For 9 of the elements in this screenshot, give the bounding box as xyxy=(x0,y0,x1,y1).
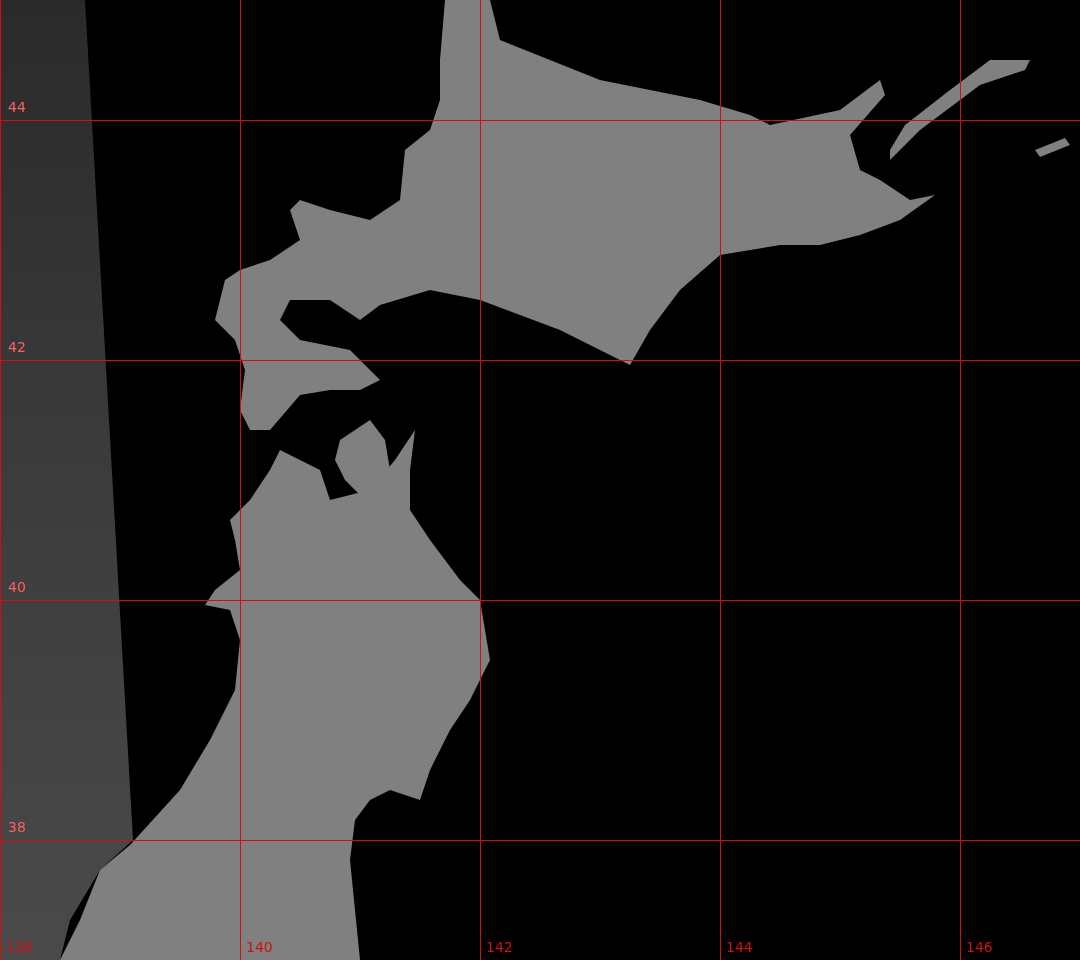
latitude-label: 40 xyxy=(8,579,26,595)
latitude-label: 38 xyxy=(8,819,26,835)
latitude-label: 44 xyxy=(8,99,26,115)
longitude-label: 140 xyxy=(246,939,273,955)
longitude-label: 138 xyxy=(6,939,33,955)
longitude-label: 142 xyxy=(486,939,513,955)
longitude-label: 144 xyxy=(726,939,753,955)
longitude-label: 146 xyxy=(966,939,993,955)
latitude-label: 42 xyxy=(8,339,26,355)
